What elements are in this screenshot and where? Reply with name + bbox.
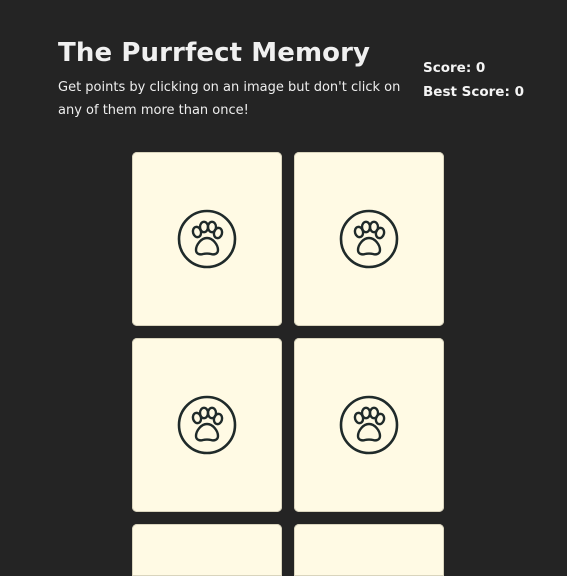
best-score-label: Best Score: — [423, 84, 510, 100]
memory-card[interactable] — [294, 524, 444, 576]
header: The Purrfect Memory Get points by clicki… — [58, 38, 408, 122]
memory-card[interactable] — [132, 152, 282, 326]
paw-icon — [177, 209, 237, 269]
memory-card[interactable] — [132, 338, 282, 512]
scoreboard: Score: 0 Best Score: 0 — [423, 56, 524, 104]
paw-icon — [339, 209, 399, 269]
page-title: The Purrfect Memory — [58, 38, 371, 68]
current-score: Score: 0 — [423, 56, 524, 80]
memory-card[interactable] — [132, 524, 282, 576]
game-instructions: Get points by clicking on an image but d… — [58, 80, 401, 118]
best-score-value: 0 — [514, 84, 524, 100]
paw-icon — [339, 395, 399, 455]
best-score: Best Score: 0 — [423, 80, 524, 104]
paw-icon — [177, 395, 237, 455]
score-value: 0 — [475, 60, 486, 76]
memory-card[interactable] — [294, 338, 444, 512]
score-label: Score: — [423, 60, 472, 76]
memory-card[interactable] — [294, 152, 444, 326]
